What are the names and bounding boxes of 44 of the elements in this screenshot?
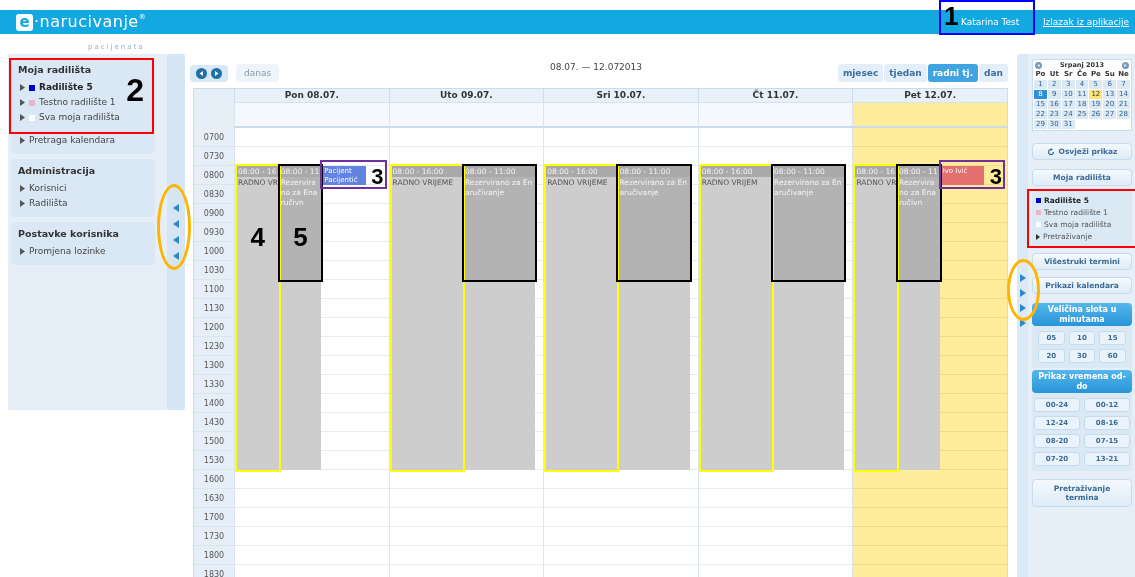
triangle-icon [20,99,25,106]
previous-icon[interactable] [1035,61,1042,69]
previous-icon[interactable] [196,67,207,79]
site-item[interactable]: Testno radilište 1 [18,96,116,109]
day-header: Uto 09.07. [388,89,544,102]
panel-title: Postavke korisnika [18,228,121,241]
next-icon[interactable] [1122,61,1129,69]
section-header: Prikaz vremena od-do [1032,370,1132,393]
next-icon[interactable] [211,67,222,79]
triangle-icon [20,200,25,207]
site-item[interactable]: Radilište 5 [18,81,93,94]
triangle-icon [20,248,25,255]
section-header: Veličina slota u minutama [1032,303,1132,326]
day-header: Pon 08.07. [234,89,389,102]
site-item[interactable]: Sva moja radilišta [18,111,120,124]
day-header: Pet 12.07. [852,89,1007,102]
date-range-title: 08.07. — 12.072013 [550,62,643,72]
triangle-icon [20,84,25,91]
annotation-number: 3 [989,166,1002,188]
annotation-number: 5 [293,224,308,250]
user-name: Katarina Test [960,17,1020,27]
refresh-icon [1046,147,1055,156]
panel-title: Moja radilišta [18,64,93,77]
annotation-number: 3 [371,166,384,188]
triangle-icon [20,185,25,192]
logo-mark: e [16,13,33,31]
annotation-number: 1 [943,3,959,29]
view-tab[interactable]: mjesec [837,64,884,82]
header-corner-cell [194,89,234,102]
nav-link[interactable]: Pretraga kalendara [18,134,115,147]
logo-text: ·narucivanje [34,14,139,30]
triangle-icon [1036,233,1040,240]
annotation-number: 2 [126,74,144,106]
day-header: Sri 10.07. [543,89,698,102]
day-header: Čt 11.07. [697,89,853,102]
nav-link[interactable]: Radilišta [18,197,68,210]
view-tab[interactable]: tjedan [884,64,927,82]
triangle-icon [20,137,25,144]
nav-link[interactable]: Korisnici [18,182,67,195]
panel-title: Administracija [18,165,97,178]
nav-link[interactable]: Promjena lozinke [18,245,106,258]
triangle-icon [20,114,25,121]
view-tab[interactable]: dan [979,64,1008,82]
annotation-number: 4 [250,224,266,250]
